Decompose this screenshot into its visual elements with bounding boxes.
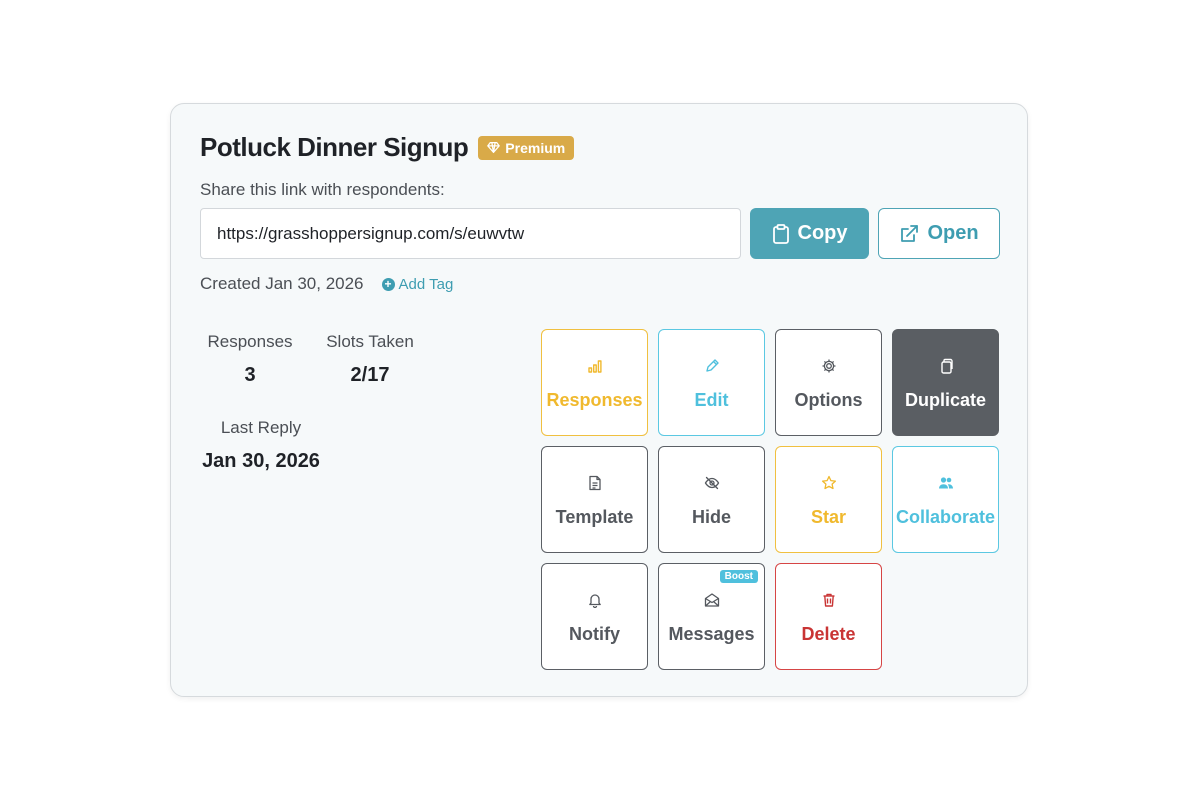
notify-action-label: Notify: [569, 624, 620, 644]
notify-action-button[interactable]: Notify: [541, 563, 648, 670]
star-icon: [821, 475, 837, 491]
messages-action-label: Messages: [668, 624, 755, 644]
add-tag-label: Add Tag: [398, 275, 454, 293]
diamond-icon: [487, 141, 501, 154]
open-button-label: Open: [927, 222, 979, 244]
clipboard-icon: [772, 223, 789, 244]
stat-last-reply-label: Last Reply: [220, 418, 302, 437]
stat-responses-label: Responses: [207, 332, 293, 351]
star-action-label: Star: [810, 507, 846, 527]
copy-button-label: Copy: [797, 222, 848, 244]
options-action-label: Options: [794, 390, 863, 410]
premium-badge-label: Premium: [505, 139, 566, 156]
copy-button[interactable]: Copy: [750, 208, 869, 259]
stat-responses: Responses 3: [200, 332, 300, 387]
meta-row: Created Jan 30, 2026 + Add Tag: [200, 274, 453, 294]
envelope-icon: [704, 592, 720, 608]
signup-card: Potluck Dinner Signup Premium Share this…: [170, 103, 1028, 697]
created-date: Created Jan 30, 2026: [200, 274, 364, 293]
pencil-icon: [704, 358, 720, 374]
hide-action-button[interactable]: Hide: [658, 446, 765, 553]
responses-action-button[interactable]: Responses: [541, 329, 648, 436]
open-button[interactable]: Open: [878, 208, 1000, 259]
stat-last-reply-value: Jan 30, 2026: [202, 450, 320, 472]
stat-slots: Slots Taken 2/17: [320, 332, 420, 387]
collaborate-action-button[interactable]: Collaborate: [892, 446, 999, 553]
duplicate-action-button[interactable]: Duplicate: [892, 329, 999, 436]
stat-last-reply: Last Reply Jan 30, 2026: [191, 418, 331, 473]
add-tag-link[interactable]: + Add Tag: [381, 275, 454, 293]
duplicate-action-label: Duplicate: [904, 390, 987, 410]
share-label: Share this link with respondents:: [200, 180, 445, 199]
hide-action-label: Hide: [691, 507, 731, 527]
page-title: Potluck Dinner Signup: [200, 132, 469, 162]
title-row: Potluck Dinner Signup Premium: [200, 132, 575, 163]
delete-action-button[interactable]: Delete: [775, 563, 882, 670]
eye-off-icon: [704, 475, 720, 491]
delete-action-label: Delete: [801, 624, 856, 644]
trash-icon: [821, 592, 837, 608]
boost-badge: Boost: [719, 570, 758, 583]
premium-badge: Premium: [478, 135, 575, 160]
gear-icon: [821, 358, 837, 374]
copy-icon: [938, 358, 954, 374]
options-action-button[interactable]: Options: [775, 329, 882, 436]
bar-chart-icon: [587, 358, 603, 374]
stat-responses-value: 3: [244, 364, 256, 386]
external-link-icon: [901, 224, 919, 242]
plus-circle-icon: +: [381, 277, 395, 291]
stat-slots-label: Slots Taken: [326, 332, 414, 351]
stat-slots-value: 2/17: [350, 364, 390, 386]
star-action-button[interactable]: Star: [775, 446, 882, 553]
messages-action-button[interactable]: Boost Messages: [658, 563, 765, 670]
edit-action-label: Edit: [694, 390, 729, 410]
document-icon: [587, 475, 603, 491]
collaborate-action-label: Collaborate: [895, 507, 996, 527]
users-icon: [938, 475, 954, 491]
share-link-input[interactable]: [200, 208, 741, 259]
responses-action-label: Responses: [546, 390, 643, 410]
template-action-label: Template: [555, 507, 634, 527]
template-action-button[interactable]: Template: [541, 446, 648, 553]
bell-icon: [587, 592, 603, 608]
edit-action-button[interactable]: Edit: [658, 329, 765, 436]
